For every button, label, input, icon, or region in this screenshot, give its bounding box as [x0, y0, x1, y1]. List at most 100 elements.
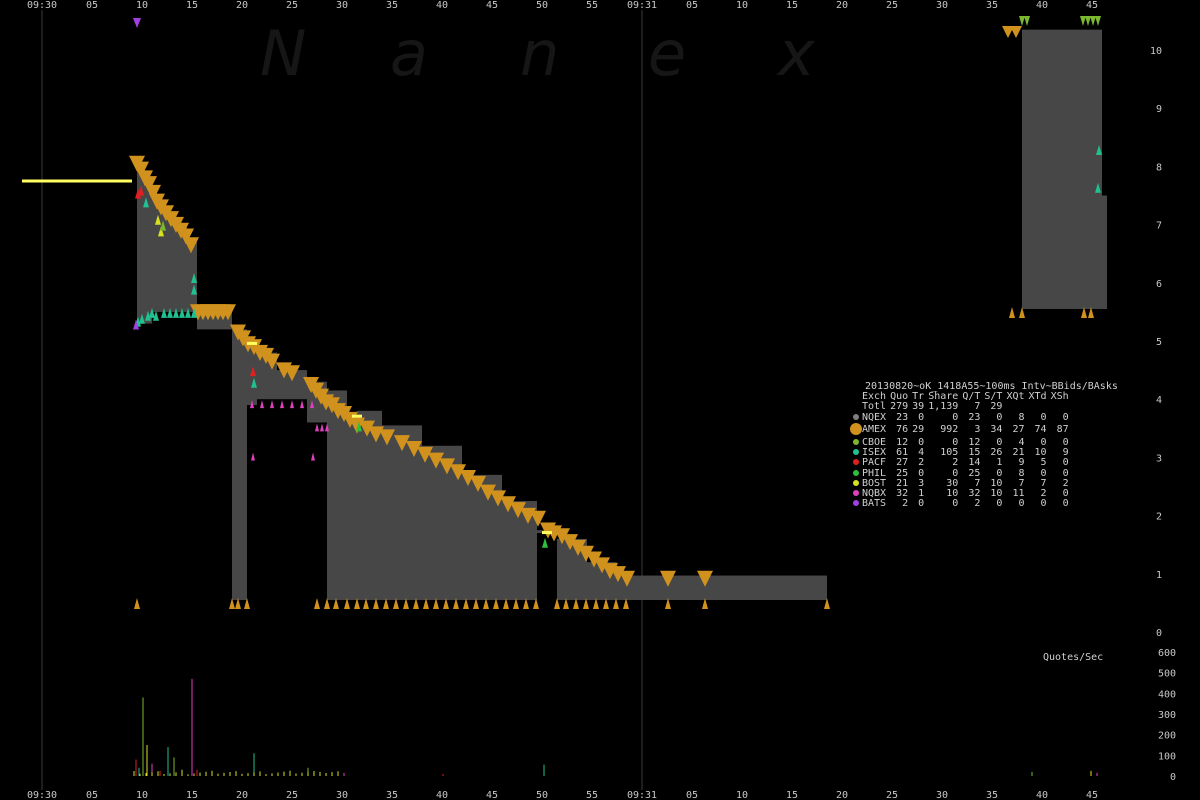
summary-cell: 0 — [952, 498, 959, 510]
summary-cell: 3 — [974, 424, 981, 436]
exchange-color-swatch — [850, 422, 862, 435]
trade-mark — [542, 531, 552, 535]
summary-cell: 34 — [990, 424, 1003, 436]
summary-cell: 27 — [1012, 424, 1025, 436]
top-time-tick: 50 — [536, 0, 548, 11]
price-tick: 8 — [1156, 162, 1162, 173]
price-tick: 2 — [1156, 512, 1162, 523]
bottom-time-tick: 10 — [136, 790, 148, 800]
bottom-time-tick: 15 — [186, 790, 198, 800]
price-tick: 9 — [1156, 104, 1162, 115]
marker-cell — [850, 402, 862, 412]
summary-cell: 29 — [912, 424, 925, 436]
nqbx-marker — [251, 452, 255, 461]
exchange-color-marker — [850, 489, 862, 499]
exchange-color-swatch — [853, 439, 859, 446]
amex-ask-marker — [1010, 26, 1022, 39]
summary-cell: AMEX — [862, 424, 887, 436]
spread-step — [347, 416, 357, 600]
volume-tick: 500 — [1158, 669, 1176, 680]
summary-cell: 992 — [940, 424, 959, 436]
summary-cell: 8 — [1018, 411, 1025, 423]
trade-mark — [247, 341, 257, 345]
bottom-time-tick: 40 — [436, 790, 448, 800]
summary-exchange-row: AMEX 76 29 992 3 34 27 74 87 — [850, 422, 1071, 438]
bottom-time-tick: 45 — [1086, 790, 1098, 800]
summary-cell: 0 — [1040, 498, 1047, 510]
exchange-color-swatch — [853, 500, 859, 507]
nqbx-marker — [260, 400, 264, 409]
amex-bid-marker — [134, 597, 140, 609]
exchange-color-marker — [850, 469, 862, 479]
watermark-letter: n — [520, 17, 559, 90]
spread-step — [1022, 29, 1102, 309]
exchange-color-marker — [850, 422, 862, 438]
summary-exchange-row: NQEX 23 0 0 23 0 8 0 0 — [850, 411, 1071, 423]
top-time-tick: 05 — [86, 0, 98, 11]
bottom-time-tick: 55 — [586, 790, 598, 800]
summary-cell: 0 — [1062, 411, 1069, 423]
spread-step — [232, 329, 247, 600]
exchange-summary-table: 20130820~oK_1418A55~100ms Intv~BBids/BAs… — [850, 381, 1170, 510]
bottom-time-tick: 05 — [86, 790, 98, 800]
summary-cell: 2 — [902, 498, 909, 510]
volume-tick: 100 — [1158, 751, 1176, 762]
nqbx-marker — [320, 423, 324, 432]
spread-step — [617, 575, 827, 600]
top-time-tick: 25 — [886, 0, 898, 11]
watermark-letter: x — [776, 17, 816, 90]
top-time-tick: 25 — [286, 0, 298, 11]
bottom-time-tick: 40 — [1036, 790, 1048, 800]
summary-header-cell: XSh — [1050, 391, 1069, 403]
nqbx-marker — [315, 423, 319, 432]
summary-cell: 76 — [896, 424, 909, 436]
summary-cell: 0 — [996, 411, 1003, 423]
summary-cell: 23 — [896, 411, 909, 423]
exchange-quote-marker — [542, 537, 548, 548]
top-ask-marker — [1080, 16, 1086, 26]
exchange-color-marker — [850, 479, 862, 489]
nqbx-marker — [311, 452, 315, 461]
spread-step — [167, 218, 177, 312]
summary-header-cell: XQt — [1006, 391, 1025, 403]
bottom-time-tick: 10 — [736, 790, 748, 800]
summary-header-cell: XTd — [1028, 391, 1047, 403]
watermark-letter: e — [648, 17, 686, 90]
bottom-time-tick: 20 — [236, 790, 248, 800]
nqbx-marker — [280, 400, 284, 409]
top-time-tick: 40 — [1036, 0, 1048, 11]
top-time-tick: 10 — [736, 0, 748, 11]
top-ask-marker — [1019, 16, 1025, 26]
nanex-watermark: Na n e x — [260, 17, 816, 90]
exchange-color-marker — [850, 458, 862, 468]
top-time-tick: 35 — [986, 0, 998, 11]
top-time-tick: 20 — [236, 0, 248, 11]
summary-cell: 23 — [968, 411, 981, 423]
top-time-tick: 40 — [436, 0, 448, 11]
summary-cell: 0 — [918, 411, 925, 423]
price-axis-labels: 012345678910 — [1150, 46, 1162, 639]
bottom-time-tick: 50 — [536, 790, 548, 800]
top-time-tick: 09:30 — [27, 0, 57, 11]
bottom-time-tick: 09:31 — [627, 790, 657, 800]
top-time-tick: 35 — [386, 0, 398, 11]
price-tick: 1 — [1156, 570, 1162, 581]
top-time-tick: 45 — [1086, 0, 1098, 11]
exchange-color-swatch — [853, 413, 859, 420]
top-time-tick: 05 — [686, 0, 698, 11]
bottom-time-tick: 20 — [836, 790, 848, 800]
nqbx-marker — [290, 400, 294, 409]
top-time-tick: 10 — [136, 0, 148, 11]
bottom-time-tick: 30 — [336, 790, 348, 800]
top-ask-marker — [1085, 16, 1091, 26]
price-tick: 5 — [1156, 337, 1162, 348]
summary-cell: 0 — [1018, 498, 1025, 510]
volume-tick: 300 — [1158, 710, 1176, 721]
top-time-tick: 45 — [486, 0, 498, 11]
bottom-time-tick: 09:30 — [27, 790, 57, 800]
bottom-time-tick: 25 — [286, 790, 298, 800]
exchange-color-swatch — [853, 449, 859, 456]
bottom-time-tick: 25 — [886, 790, 898, 800]
exchange-color-marker — [850, 413, 862, 423]
summary-cell: 0 — [1040, 411, 1047, 423]
